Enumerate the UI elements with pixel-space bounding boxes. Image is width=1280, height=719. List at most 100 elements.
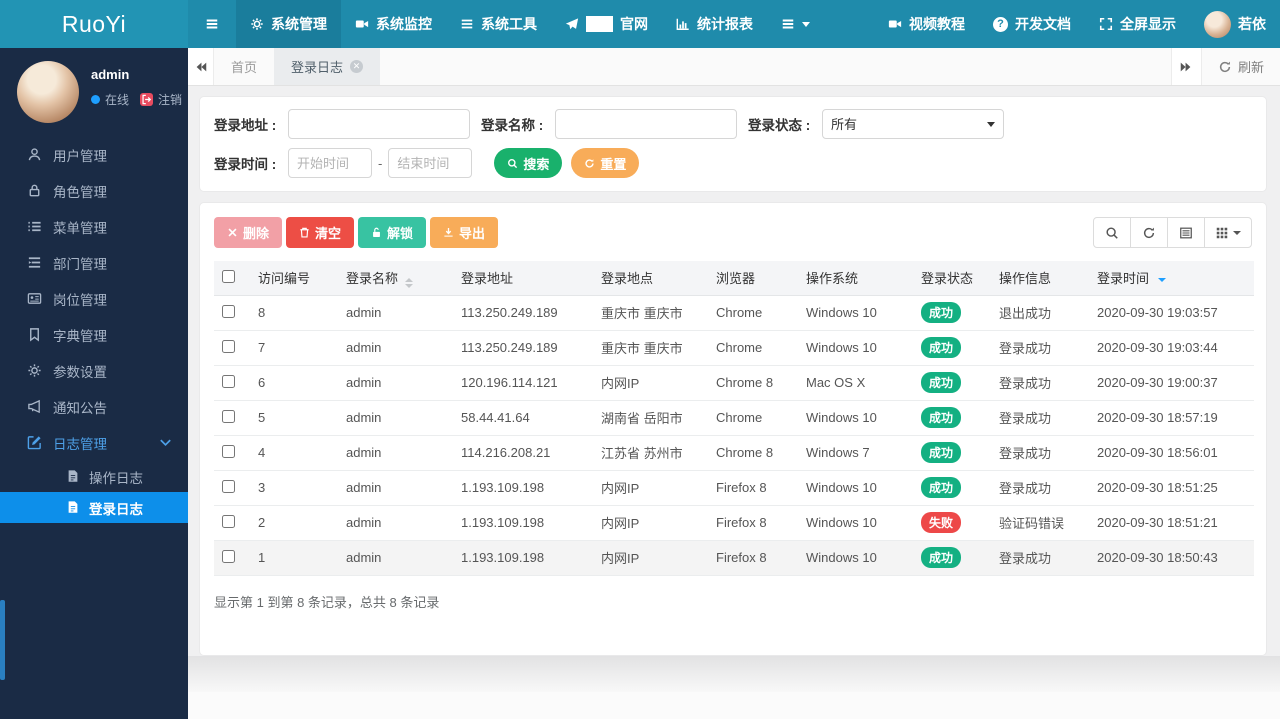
cell-name: admin <box>338 295 453 331</box>
cell-os: Windows 10 <box>798 470 913 506</box>
sidebar-scrollbar[interactable] <box>0 600 5 680</box>
reset-button[interactable]: 重置 <box>571 148 640 178</box>
cell-name: admin <box>338 505 453 541</box>
col-header-id[interactable]: 访问编号 <box>250 261 338 296</box>
row-checkbox[interactable] <box>222 479 235 493</box>
chevron-down-icon <box>158 435 173 451</box>
sidebar-item-parameters[interactable]: 参数设置 <box>0 353 188 389</box>
col-header-ip[interactable]: 登录地址 <box>453 261 593 296</box>
row-checkbox[interactable] <box>222 444 235 458</box>
nav-item-fullscreen[interactable]: 全屏显示 <box>1085 0 1190 48</box>
start-time-input[interactable] <box>288 148 372 178</box>
row-checkbox[interactable] <box>222 514 235 528</box>
table-view-controls <box>1093 217 1252 248</box>
list-icon <box>27 219 42 235</box>
nav-item-system-tools[interactable]: 系统工具 <box>446 0 551 48</box>
logout-link[interactable]: 注销 <box>158 91 182 108</box>
col-header-status[interactable]: 登录状态 <box>913 261 991 296</box>
sidebar-item-dictionary[interactable]: 字典管理 <box>0 317 188 353</box>
col-header-os[interactable]: 操作系统 <box>798 261 913 296</box>
status-badge: 成功 <box>921 337 962 358</box>
table-row[interactable]: 2 admin 1.193.109.198 内网IP Firefox 8 Win… <box>214 505 1254 541</box>
cell-location: 湖南省 岳阳市 <box>593 400 708 436</box>
tab-home[interactable]: 首页 <box>214 48 274 85</box>
col-header-name[interactable]: 登录名称 <box>338 261 453 296</box>
sidebar-item-notices[interactable]: 通知公告 <box>0 389 188 425</box>
col-header-time[interactable]: 登录时间 <box>1089 261 1254 296</box>
trash-icon <box>300 227 309 238</box>
table-row[interactable]: 6 admin 120.196.114.121 内网IP Chrome 8 Ma… <box>214 365 1254 401</box>
row-checkbox[interactable] <box>222 549 235 563</box>
cell-name: admin <box>338 470 453 506</box>
search-button[interactable]: 搜索 <box>494 148 563 178</box>
clear-button[interactable]: 清空 <box>286 217 355 248</box>
sidebar-item-operation-log[interactable]: 操作日志 <box>0 461 188 492</box>
double-chevron-right-icon <box>1181 62 1191 71</box>
select-all-checkbox[interactable] <box>222 269 235 283</box>
nav-item-official-site[interactable]: 官网 <box>551 0 662 48</box>
sidebar-item-departments[interactable]: 部门管理 <box>0 245 188 281</box>
table-detail-view-button[interactable] <box>1167 217 1205 248</box>
tabs-scroll-right-button[interactable] <box>1170 48 1201 85</box>
col-header-browser[interactable]: 浏览器 <box>708 261 798 296</box>
sort-icon[interactable] <box>405 277 414 288</box>
nav-item-report[interactable]: 统计报表 <box>662 0 767 48</box>
cell-message: 登录成功 <box>991 435 1089 471</box>
tabs-scroll-left-button[interactable] <box>188 48 214 85</box>
end-time-input[interactable] <box>388 148 473 178</box>
sidebar-toggle-button[interactable] <box>188 0 236 48</box>
table-search-button[interactable] <box>1093 217 1131 248</box>
row-checkbox[interactable] <box>222 339 235 353</box>
table-row[interactable]: 8 admin 113.250.249.189 重庆市 重庆市 Chrome W… <box>214 295 1254 331</box>
page-bottom <box>188 691 1280 719</box>
export-button[interactable]: 导出 <box>430 217 499 248</box>
nav-item-more-menu[interactable] <box>767 0 824 48</box>
sidebar-item-roles[interactable]: 角色管理 <box>0 173 188 209</box>
row-checkbox[interactable] <box>222 374 235 388</box>
sidebar-item-label: 角色管理 <box>53 185 107 200</box>
cell-message: 登录成功 <box>991 400 1089 436</box>
sidebar-item-logs[interactable]: 日志管理 <box>0 425 188 461</box>
chevron-down-icon <box>1233 230 1241 235</box>
delete-button[interactable]: 删除 <box>214 217 283 248</box>
sidebar-item-posts[interactable]: 岗位管理 <box>0 281 188 317</box>
sidebar-item-menus[interactable]: 菜单管理 <box>0 209 188 245</box>
col-header-message[interactable]: 操作信息 <box>991 261 1089 296</box>
cell-browser: Chrome <box>708 295 798 331</box>
table-columns-button[interactable] <box>1204 217 1252 248</box>
nav-item-system-manage[interactable]: 系统管理 <box>236 0 341 48</box>
nav-item-user-profile[interactable]: 若依 <box>1190 0 1280 48</box>
cell-id: 2 <box>250 505 338 541</box>
cell-os: Windows 10 <box>798 400 913 436</box>
nav-item-dev-docs[interactable]: ? 开发文档 <box>979 0 1085 48</box>
cell-name: admin <box>338 365 453 401</box>
sidebar-item-users[interactable]: 用户管理 <box>0 137 188 173</box>
login-status-select[interactable]: 所有 <box>822 109 1004 139</box>
cell-os: Windows 10 <box>798 540 913 576</box>
tab-login-log[interactable]: 登录日志 ✕ <box>274 48 381 85</box>
login-address-input[interactable] <box>288 109 470 139</box>
sidebar-item-login-log[interactable]: 登录日志 <box>0 492 188 523</box>
table-row[interactable]: 1 admin 1.193.109.198 内网IP Firefox 8 Win… <box>214 540 1254 576</box>
question-circle-icon: ? <box>993 16 1008 32</box>
sort-desc-icon[interactable] <box>1158 278 1167 283</box>
nav-item-label: 系统监控 <box>376 16 432 32</box>
table-refresh-button[interactable] <box>1130 217 1168 248</box>
cell-location: 内网IP <box>593 365 708 401</box>
row-checkbox[interactable] <box>222 304 235 318</box>
nav-item-video-tutorial[interactable]: 视频教程 <box>874 0 979 48</box>
table-row[interactable]: 4 admin 114.216.208.21 江苏省 苏州市 Chrome 8 … <box>214 435 1254 471</box>
close-icon[interactable]: ✕ <box>350 60 364 73</box>
table-row[interactable]: 5 admin 58.44.41.64 湖南省 岳阳市 Chrome Windo… <box>214 400 1254 436</box>
table-row[interactable]: 7 admin 113.250.249.189 重庆市 重庆市 Chrome W… <box>214 330 1254 366</box>
refresh-tab-button[interactable]: 刷新 <box>1200 48 1280 85</box>
cell-name: admin <box>338 400 453 436</box>
unlock-button[interactable]: 解锁 <box>358 217 427 248</box>
table-row[interactable]: 3 admin 1.193.109.198 内网IP Firefox 8 Win… <box>214 470 1254 506</box>
avatar[interactable] <box>17 61 79 123</box>
nav-item-system-monitor[interactable]: 系统监控 <box>341 0 446 48</box>
cell-ip: 113.250.249.189 <box>453 295 593 331</box>
row-checkbox[interactable] <box>222 409 235 423</box>
col-header-location[interactable]: 登录地点 <box>593 261 708 296</box>
login-name-input[interactable] <box>555 109 737 139</box>
